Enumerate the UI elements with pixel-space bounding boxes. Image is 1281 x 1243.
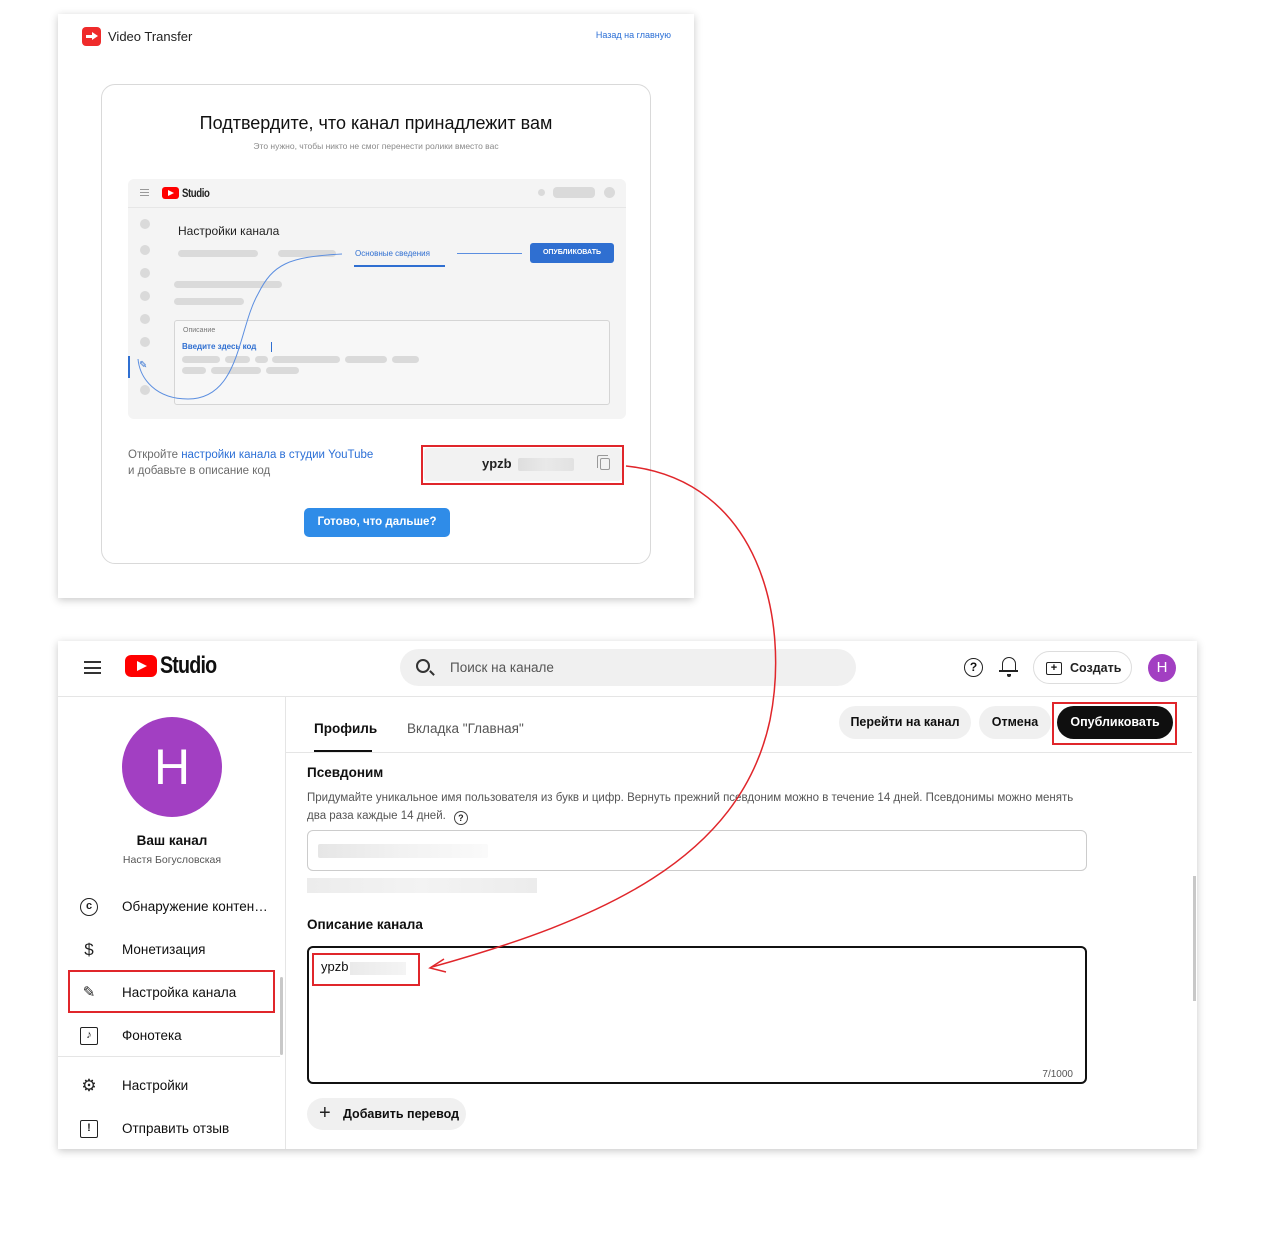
dollar-icon: $ [84,940,94,959]
create-video-icon: + [1046,662,1062,675]
sidebar-item-content-detection[interactable]: c Обнаружение контен… [68,887,273,927]
tab-home[interactable]: Вкладка "Главная" [407,721,524,736]
copy-icon[interactable] [597,455,610,470]
studio-sidebar: Н Ваш канал Настя Богусловская c Обнаруж… [58,697,286,1149]
video-transfer-logo-icon [82,27,101,46]
help-icon[interactable]: ? [964,658,983,677]
search-placeholder: Поиск на канале [450,660,554,675]
mock-curve [137,253,343,400]
video-transfer-logo[interactable]: Video Transfer [82,27,192,46]
page-subtitle: Это нужно, чтобы никто не смог перенести… [253,141,499,151]
sidebar-divider [58,1056,280,1057]
blurred-nickname [318,844,488,858]
tab-profile[interactable]: Профиль [314,721,377,736]
create-label: Создать [1070,661,1122,675]
publish-button[interactable]: Опубликовать [1057,706,1173,739]
description-value: ypzb [321,959,349,974]
description-title: Описание канала [307,917,423,932]
channel-customization-main: Профиль Вкладка "Главная" Перейти на кан… [286,697,1197,1149]
sidebar-item-audio-library[interactable]: ♪ Фонотека [68,1016,273,1056]
go-to-channel-button[interactable]: Перейти на канал [839,706,971,739]
create-button[interactable]: + Создать [1033,651,1132,684]
plus-icon: + [319,1102,331,1124]
account-avatar[interactable]: Н [1148,654,1176,682]
cancel-button[interactable]: Отмена [979,706,1051,739]
menu-icon[interactable] [84,661,101,674]
studio-settings-illustration: Studio ✎ Настройки канала Основные сведе… [128,179,626,419]
main-scrollbar[interactable] [1193,876,1196,1001]
feedback-icon: ! [80,1120,98,1138]
studio-header: Studio Поиск на канале ? + Создать Н [58,641,1197,697]
back-to-home-link[interactable]: Назад на главную [596,30,671,40]
studio-logo-text[interactable]: Studio [160,652,217,680]
add-translation-button[interactable]: + Добавить перевод [307,1098,466,1130]
instruction-text: Откройте настройки канала в студии YouTu… [128,449,374,477]
sidebar-item-customization[interactable]: ✎ Настройка канала [68,973,273,1013]
channel-avatar[interactable]: Н [122,717,222,817]
video-transfer-window: Video Transfer Назад на главную Подтверд… [58,14,694,598]
blurred-channel-url [307,878,537,893]
copyright-icon: c [80,898,98,916]
page-title: Подтвердите, что канал принадлежит вам [199,113,553,133]
app-name: Video Transfer [108,29,193,44]
magic-wand-icon: ✎ [82,984,96,1001]
studio-settings-link[interactable]: настройки канала в студии YouTube [181,449,373,461]
verification-code-box[interactable]: ypzb [424,448,622,481]
nickname-input[interactable] [307,830,1087,871]
notifications-icon[interactable] [999,657,1018,677]
sidebar-scrollbar[interactable] [280,977,283,1055]
ready-button[interactable]: Готово, что дальше? [304,508,450,537]
gear-icon: ⚙ [81,1076,97,1095]
sidebar-item-monetization[interactable]: $ Монетизация [68,930,273,970]
add-translation-label: Добавить перевод [343,1107,460,1121]
youtube-studio-window: Studio Поиск на канале ? + Создать Н Н В… [58,641,1197,1149]
your-channel-label: Ваш канал [136,833,208,848]
sidebar-item-feedback[interactable]: ! Отправить отзыв [68,1109,273,1149]
blurred-code [518,458,574,471]
channel-description-textarea[interactable]: ypzb 7/1000 [307,946,1087,1084]
channel-search-input[interactable]: Поиск на канале [400,649,856,686]
help-icon[interactable]: ? [453,811,468,825]
nickname-title: Псевдоним [307,765,384,780]
blurred-code [350,962,406,975]
channel-name: Настя Богусловская [122,854,222,866]
search-icon [416,659,430,673]
verify-card: Подтвердите, что канал принадлежит вам Э… [101,84,651,564]
tabs-divider [286,752,1192,753]
youtube-logo-icon[interactable] [125,655,157,677]
char-counter: 7/1000 [1042,1069,1073,1080]
sidebar-item-settings[interactable]: ⚙ Настройки [68,1066,273,1106]
verification-code: ypzb [482,456,512,471]
nickname-help: Придумайте уникальное имя пользователя и… [307,792,1074,825]
music-library-icon: ♪ [80,1027,98,1045]
